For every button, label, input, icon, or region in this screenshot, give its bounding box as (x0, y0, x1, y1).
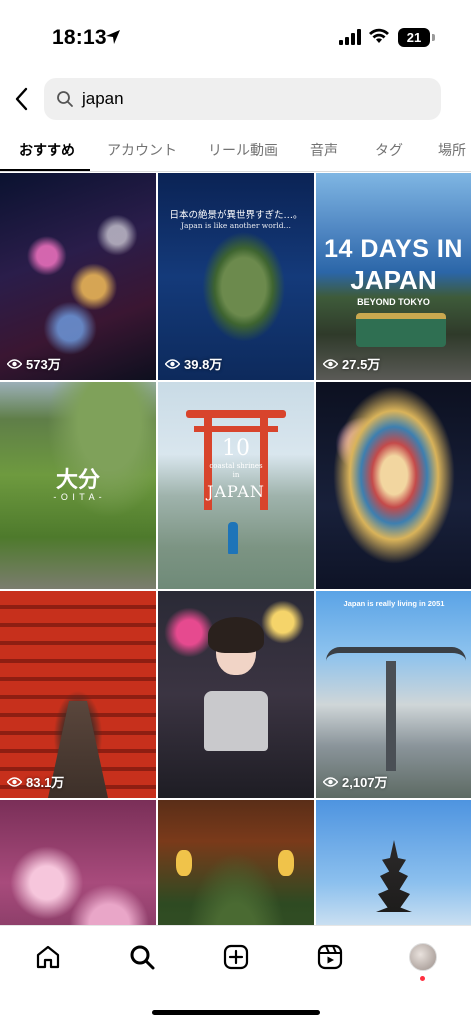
lantern-left (176, 850, 192, 876)
person-top (204, 691, 268, 751)
back-button[interactable] (8, 84, 34, 114)
search-icon (57, 91, 73, 107)
grid-tile[interactable]: 83.1万 (0, 591, 156, 798)
eye-icon (323, 358, 338, 369)
tab-reels[interactable]: リール動画 (208, 140, 278, 160)
view-count: 39.8万 (165, 354, 222, 373)
battery-cap (432, 34, 435, 41)
tile-caption: Japan is really living in 2051 (343, 599, 445, 608)
tab-places[interactable]: 場所 (438, 140, 466, 160)
reels-icon (317, 944, 343, 970)
grid-tile[interactable]: 10 coastal shrines in JAPAN (158, 382, 314, 589)
grid-tile[interactable] (0, 800, 156, 925)
search-query: japan (82, 89, 124, 108)
person-figure (228, 522, 238, 554)
eye-icon (165, 358, 180, 369)
status-time: 18:13 (52, 26, 107, 49)
grid-tile[interactable]: 大分 - O I T A - (0, 382, 156, 589)
search-tabs: おすすめ アカウント リール動画 音声 タグ 場所 (0, 132, 471, 172)
tile-title-line2: JAPAN (350, 265, 437, 295)
chevron-left-icon (15, 87, 28, 111)
view-count: 83.1万 (7, 772, 64, 791)
nav-home-button[interactable] (33, 942, 63, 972)
nav-create-button[interactable] (221, 942, 251, 972)
eye-icon (7, 776, 22, 787)
tab-accounts[interactable]: アカウント (107, 140, 177, 160)
home-indicator (152, 1010, 320, 1015)
lantern-right (278, 850, 294, 876)
tile-title: 大分 (55, 467, 100, 492)
eye-icon (323, 776, 338, 787)
eye-icon (7, 358, 22, 369)
search-input[interactable]: japan (44, 78, 441, 120)
profile-avatar[interactable] (409, 943, 437, 971)
results-grid: 573万 日本の絶景が異世界すぎた…。 Japan is like anothe… (0, 173, 471, 925)
tile-caption-en: Japan is like another world… (180, 221, 292, 230)
tab-recommended[interactable]: おすすめ (19, 140, 75, 160)
nav-search-button[interactable] (127, 942, 157, 972)
tile-number: 10 (222, 436, 250, 461)
tile-subtitle: - O I T A - (53, 492, 103, 502)
status-bar: 18:13 21 (0, 0, 471, 72)
tab-tags[interactable]: タグ (375, 140, 403, 160)
plus-square-icon (223, 944, 249, 970)
tile-big-text: JAPAN (207, 482, 265, 501)
tile-caption-jp: 日本の絶景が異世界すぎた…。 (169, 210, 303, 221)
view-count: 2,107万 (323, 772, 388, 791)
home-icon (36, 945, 60, 969)
train-shape (356, 313, 446, 347)
tile-title-line1: 14 DAYS IN (324, 235, 463, 263)
grid-tile[interactable] (316, 800, 471, 925)
grid-tile[interactable]: 日本の絶景が異世界すぎた…。 Japan is like another wor… (158, 173, 314, 380)
grid-tile[interactable] (158, 591, 314, 798)
view-count: 573万 (7, 354, 61, 373)
grid-tile[interactable] (158, 800, 314, 925)
cellular-signal-icon (339, 29, 361, 45)
monorail-pillar (386, 661, 396, 771)
pagoda-shape (376, 840, 412, 912)
active-tab-indicator (0, 169, 90, 171)
wifi-icon (369, 28, 389, 43)
search-icon (130, 945, 155, 970)
grid-tile[interactable]: 14 DAYS IN JAPAN BEYOND TOKYO 27.5万 (316, 173, 471, 380)
battery-icon: 21 (398, 28, 430, 47)
view-count: 27.5万 (323, 354, 380, 373)
grid-tile[interactable]: 573万 (0, 173, 156, 380)
tile-small-text-2: in (232, 471, 240, 479)
bottom-navigation (0, 925, 471, 1024)
tile-small-text: coastal shrines (209, 462, 263, 470)
notification-dot (420, 976, 425, 981)
grid-tile[interactable]: Japan is really living in 2051 2,107万 (316, 591, 471, 798)
tab-audio[interactable]: 音声 (310, 140, 338, 160)
person-hair (208, 617, 264, 653)
tile-subtitle: BEYOND TOKYO (357, 297, 430, 307)
monorail-track (326, 647, 466, 661)
grid-tile[interactable] (316, 382, 471, 589)
nav-reels-button[interactable] (315, 942, 345, 972)
location-arrow-icon (106, 30, 120, 44)
